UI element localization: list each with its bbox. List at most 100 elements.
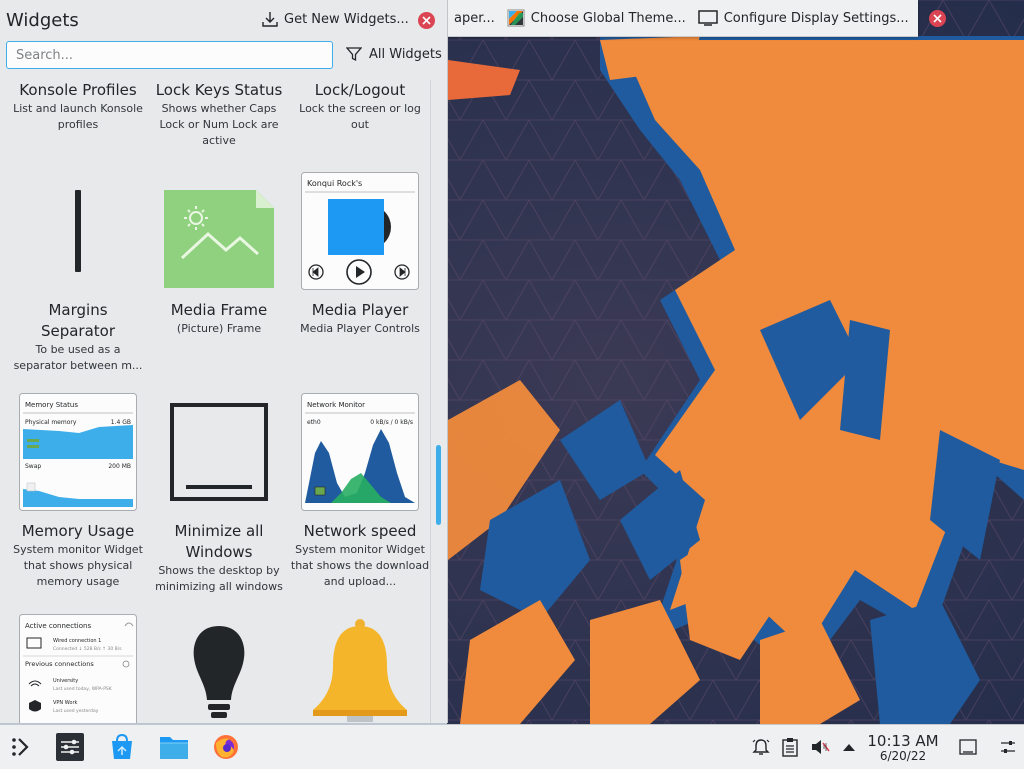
widget-description: (Picture) Frame	[176, 322, 262, 335]
widget-card-notifications[interactable]	[290, 614, 430, 723]
widget-description: Media Player Controls	[300, 322, 420, 335]
physical-memory-label: Physical memory	[25, 419, 77, 426]
widget-card-media-player[interactable]: Konqui Rock's Media Player Media Player …	[290, 172, 430, 382]
volume-muted-icon	[810, 737, 830, 757]
network-title: Network Monitor	[307, 401, 365, 409]
widget-card-lock-logout[interactable]: Lock/Logout Lock the screen or log out	[290, 80, 430, 133]
previous-connections-label: Previous connections	[25, 660, 94, 668]
separator-icon	[19, 172, 137, 290]
desktop-toolbar: aper... Choose Global Theme... Configure…	[448, 0, 946, 37]
widget-card-lock-keys-status[interactable]: Lock Keys Status Shows whether Caps Lock…	[149, 80, 289, 149]
task-firefox[interactable]	[211, 732, 241, 762]
explorer-title: Widgets	[6, 10, 79, 31]
widget-description: To be used as a separator between m...	[13, 343, 143, 372]
memory-usage-preview: Memory Status Physical memory 1.4 GB Swa…	[19, 393, 137, 511]
media-track-title: Konqui Rock's	[307, 179, 362, 188]
widget-name: Minimize all Windows	[174, 522, 264, 561]
task-system-settings[interactable]	[55, 732, 85, 762]
widget-card-lightbulb[interactable]	[149, 614, 289, 723]
panel-settings-icon	[999, 738, 1017, 756]
discover-icon	[108, 733, 136, 761]
physical-memory-value: 1.4 GB	[111, 419, 131, 426]
application-launcher-button[interactable]	[6, 732, 36, 762]
tray-notifications[interactable]	[746, 732, 776, 762]
task-file-manager[interactable]	[159, 732, 189, 762]
widget-name: Konsole Profiles	[19, 81, 137, 99]
global-theme-label: Choose Global Theme...	[530, 10, 686, 26]
wallpaper-button[interactable]: aper...	[448, 4, 501, 32]
picture-frame-icon	[160, 172, 278, 290]
widget-card-minimize-all-windows[interactable]: Minimize all Windows Shows the desktop b…	[149, 393, 289, 608]
display-icon	[697, 9, 718, 27]
firefox-icon	[212, 733, 240, 761]
close-icon	[928, 9, 946, 27]
launcher-icon	[9, 735, 33, 759]
scrollbar-thumb[interactable]	[436, 445, 441, 525]
clipboard-icon	[781, 737, 799, 757]
bell-icon	[301, 614, 419, 723]
widget-grid: Konsole Profiles List and launch Konsole…	[0, 80, 430, 723]
widget-description: System monitor Widget that shows the dow…	[290, 543, 430, 588]
widget-explorer: Widgets Get New Widgets... All Widgets K…	[0, 0, 448, 723]
filter-icon	[346, 46, 362, 62]
widget-card-network-speed[interactable]: Network Monitor eth0 0 kB/s / 0 kB/s Net…	[290, 393, 430, 608]
alarm-bell-icon	[751, 737, 771, 757]
scrollbar-track[interactable]	[430, 80, 447, 723]
search-input[interactable]	[6, 41, 333, 69]
wired-connection-status: Connected ↓ 528 B/s ↑ 30 B/s	[53, 646, 122, 652]
widget-name: Network speed	[303, 522, 417, 540]
vpn-status: Last used yesterday	[53, 708, 99, 714]
swap-value: 200 MB	[108, 463, 131, 470]
chevron-up-icon	[842, 742, 856, 752]
widget-name: Media Player	[311, 301, 409, 319]
all-widgets-filter-button[interactable]: All Widgets	[346, 46, 442, 62]
widget-name: Memory Usage	[21, 522, 135, 540]
get-new-widgets-label: Get New Widgets...	[284, 11, 409, 27]
widget-description: List and launch Konsole profiles	[13, 102, 143, 131]
media-player-preview: Konqui Rock's	[301, 172, 419, 290]
widget-name: Margins Separator	[40, 301, 116, 340]
show-desktop-icon	[958, 737, 978, 757]
choose-global-theme-button[interactable]: Choose Global Theme...	[501, 4, 692, 32]
digital-clock[interactable]: 10:13 AM 6/20/22	[864, 733, 942, 764]
close-toolbar-button[interactable]	[923, 4, 952, 32]
widget-card-network-connections[interactable]: Active connections Wired connection 1 Co…	[8, 614, 148, 723]
panel-configure-button[interactable]	[993, 732, 1023, 762]
widget-description: Shows the desktop by minimizing all wind…	[155, 564, 283, 593]
memory-title: Memory Status	[25, 401, 78, 409]
global-theme-icon	[507, 9, 525, 27]
folder-icon	[159, 733, 189, 761]
widget-name: Lock Keys Status	[155, 81, 283, 99]
all-widgets-label: All Widgets	[369, 46, 442, 62]
get-new-widgets-button[interactable]: Get New Widgets...	[262, 11, 409, 27]
close-icon	[418, 12, 435, 29]
configure-display-settings-button[interactable]: Configure Display Settings...	[692, 4, 915, 32]
tray-clipboard[interactable]	[775, 732, 805, 762]
network-monitor-preview: Network Monitor eth0 0 kB/s / 0 kB/s	[301, 393, 419, 511]
tray-expand-button[interactable]	[834, 732, 864, 762]
widget-card-margins-separator[interactable]: Margins Separator To be used as a separa…	[8, 172, 148, 382]
lightbulb-icon	[160, 614, 278, 723]
wifi-network-status: Last used today, WPA-PSK	[53, 686, 113, 692]
wallpaper-label: aper...	[454, 10, 495, 26]
widget-card-memory-usage[interactable]: Memory Status Physical memory 1.4 GB Swa…	[8, 393, 148, 608]
explorer-header: Widgets Get New Widgets...	[0, 0, 447, 40]
system-settings-icon	[56, 733, 84, 761]
close-explorer-button[interactable]	[418, 12, 435, 29]
task-discover[interactable]	[107, 732, 137, 762]
widget-card-konsole-profiles[interactable]: Konsole Profiles List and launch Konsole…	[8, 80, 148, 133]
clock-date: 6/20/22	[879, 749, 927, 763]
wired-connection-label: Wired connection 1	[53, 638, 101, 644]
wifi-network-label: University	[53, 678, 78, 684]
connections-title: Active connections	[25, 622, 91, 630]
interface-label: eth0	[307, 419, 321, 426]
widget-card-media-frame[interactable]: Media Frame (Picture) Frame	[149, 172, 289, 382]
network-rate: 0 kB/s / 0 kB/s	[370, 419, 413, 426]
download-icon	[262, 11, 278, 27]
tray-volume[interactable]	[805, 732, 835, 762]
widget-name: Lock/Logout	[314, 81, 406, 99]
widget-description: System monitor Widget that shows physica…	[13, 543, 143, 588]
peek-desktop-button[interactable]	[953, 732, 983, 762]
minimize-all-icon	[160, 393, 278, 511]
widget-description: Lock the screen or log out	[299, 102, 421, 131]
